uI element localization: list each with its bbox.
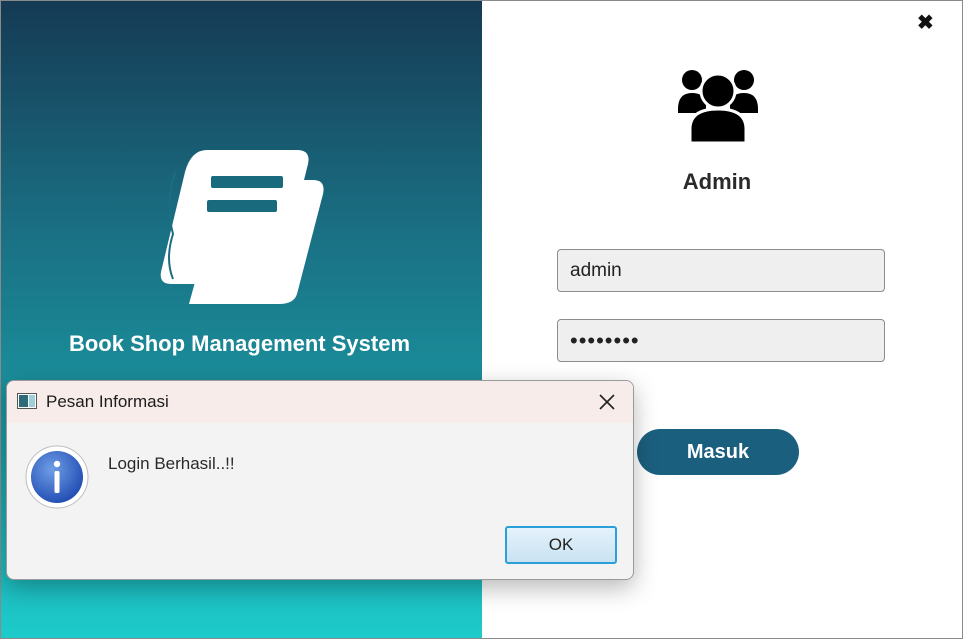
info-icon	[25, 445, 89, 509]
login-button[interactable]: Masuk	[637, 429, 799, 475]
info-dialog: Pesan Informasi Login Berhasil..!! OK	[6, 380, 634, 580]
dialog-title: Pesan Informasi	[46, 392, 169, 411]
book-icon	[160, 150, 324, 304]
username-input[interactable]: admin	[557, 249, 885, 292]
password-input[interactable]: ••••••••	[557, 319, 885, 362]
role-title: Admin	[682, 169, 752, 194]
java-app-icon	[17, 393, 37, 409]
dialog-titlebar: Pesan Informasi	[7, 381, 633, 423]
users-icon	[678, 70, 758, 145]
dialog-message: Login Berhasil..!!	[108, 454, 235, 473]
app-title: Book Shop Management System	[68, 331, 411, 356]
close-icon[interactable]: ✖	[917, 13, 934, 33]
dialog-close-icon[interactable]	[597, 392, 617, 412]
ok-button[interactable]: OK	[505, 526, 617, 564]
